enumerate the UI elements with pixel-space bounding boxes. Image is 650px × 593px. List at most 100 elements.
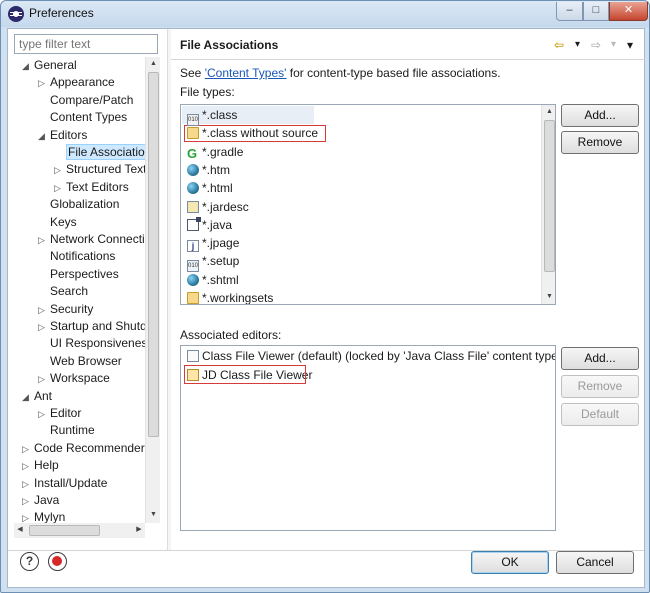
file-types-scroll-thumb[interactable] [544,120,555,272]
expand-arrow-icon[interactable]: ▷ [38,371,50,388]
list-item-label: *.java [202,217,233,232]
default-editor-button[interactable]: Default [561,403,639,426]
close-button[interactable]: ✕ [609,2,648,21]
expand-arrow-icon[interactable]: ▷ [54,180,66,197]
expand-arrow-icon[interactable]: ▷ [38,302,50,319]
list-item[interactable]: *.htm [187,161,230,179]
sidebar-item[interactable]: ▷ Code Recommenders [22,440,151,457]
expand-arrow-icon[interactable]: ▷ [22,476,34,493]
list-item[interactable]: *.workingsets [187,289,274,305]
associated-editors-list[interactable]: Class File Viewer (default) (locked by '… [180,345,556,531]
sidebar-item-label: Content Types [50,110,128,125]
scroll-down-arrow-icon[interactable]: ▼ [146,508,161,522]
sidebar-item[interactable]: ▷ Security [38,301,93,318]
sidebar-item[interactable]: ◢ Editors [38,127,87,144]
sidebar-item[interactable]: File Associatio [54,144,147,161]
sidebar-item[interactable]: ▷ Startup and Shutd [38,318,147,335]
expand-arrow-icon[interactable]: ▷ [22,458,34,475]
sidebar-item-label: Workspace [50,371,110,386]
expand-arrow-icon[interactable]: ▷ [22,493,34,510]
list-item[interactable]: Class File Viewer (default) (locked by '… [187,347,555,365]
preferences-window: Preferences – □ ✕ ◢General▷AppearanceCom… [0,0,650,593]
list-item[interactable]: *.jardesc [187,198,249,216]
tree-horizontal-scrollbar[interactable]: ◀ ▶ [14,523,145,538]
add-file-type-button[interactable]: Add... [561,104,639,127]
minimize-button[interactable]: – [556,2,583,21]
list-item[interactable]: *.class without source [187,124,318,142]
tree-scroll-thumb[interactable] [148,72,159,437]
remove-file-type-button[interactable]: Remove [561,131,639,154]
sidebar-item[interactable]: Perspectives [38,266,119,283]
sidebar-item-label: Ant [34,388,53,403]
sidebar-item-label: Runtime [50,423,95,438]
expand-arrow-icon[interactable]: ▷ [38,75,50,92]
expand-arrow-icon[interactable]: ▷ [38,406,50,423]
sidebar-item[interactable]: Web Browser [38,353,122,370]
back-arrow-icon[interactable]: ⇦ [554,37,564,53]
add-editor-button[interactable]: Add... [561,347,639,370]
list-item[interactable]: G *.gradle [187,143,243,161]
preference-tree: ◢ General ▷ Appearance Compare/Patch Content … [14,57,160,537]
file-types-scrollbar[interactable]: ▲ ▼ [541,105,555,304]
list-item[interactable]: j *.jpage [187,234,239,253]
sidebar-item-label: Compare/Patch [50,92,134,107]
scroll-left-arrow-icon[interactable]: ◀ [14,523,26,537]
pane-divider[interactable] [167,29,171,551]
sidebar-item-label: Security [50,301,94,316]
sidebar-item[interactable]: ▷ Text Editors [54,179,129,196]
title-bar[interactable]: Preferences – □ ✕ [1,1,649,27]
expand-arrow-icon[interactable]: ◢ [22,389,34,406]
sidebar-item[interactable]: ▷ Appearance [38,74,115,91]
back-menu-icon[interactable]: ▾ [575,37,580,53]
sidebar-item[interactable]: Keys [38,214,77,231]
tree-vertical-scrollbar[interactable]: ▲ ▼ [145,57,160,523]
list-item-label: *.workingsets [202,291,274,305]
sidebar-item[interactable]: Runtime [38,422,95,439]
scroll-right-arrow-icon[interactable]: ▶ [133,523,145,537]
scroll-down-arrow-icon[interactable]: ▼ [542,290,555,304]
expand-arrow-icon[interactable]: ◢ [22,58,34,75]
view-menu-icon[interactable]: ▾ [627,37,633,53]
sidebar-item[interactable]: Globalization [38,196,119,213]
cancel-button[interactable]: Cancel [556,551,634,574]
tree-hscroll-thumb[interactable] [29,525,100,536]
sidebar-item[interactable]: Content Types [38,109,127,126]
sidebar-item[interactable]: ▷ Workspace [38,370,110,387]
sidebar-item[interactable]: Search [38,283,88,300]
expand-arrow-icon[interactable]: ▷ [38,232,50,249]
scroll-up-arrow-icon[interactable]: ▲ [542,105,555,119]
record-icon[interactable] [48,552,67,571]
sidebar-item[interactable]: Compare/Patch [38,92,133,109]
scroll-up-arrow-icon[interactable]: ▲ [146,57,161,71]
sidebar-item[interactable]: Notifications [38,248,115,265]
expand-arrow-icon[interactable]: ▷ [22,441,34,458]
sidebar-item[interactable]: ◢ General [22,57,77,74]
expand-arrow-icon[interactable]: ◢ [38,128,50,145]
list-item[interactable]: 010 *.setup [187,252,240,273]
maximize-button[interactable]: □ [583,2,609,21]
file-types-list[interactable]: 010 *.class *.class without source G *.gradl… [180,104,556,305]
content-types-link[interactable]: 'Content Types' [205,66,287,80]
sidebar-item[interactable]: UI Responsiveness [38,335,153,352]
expand-arrow-icon[interactable]: ▷ [54,162,66,179]
list-item[interactable]: *.html [187,179,233,197]
sidebar-item[interactable]: ▷ Structured Text [54,161,146,178]
sidebar-item[interactable]: ▷ Java [22,492,59,509]
sidebar-item[interactable]: ▷ Editor [38,405,81,422]
forward-menu-icon[interactable]: ▾ [611,37,616,53]
expand-arrow-icon[interactable]: ▷ [38,319,50,336]
list-item-label: *.setup [202,254,240,269]
filter-input[interactable] [14,34,158,54]
help-icon[interactable]: ? [20,552,39,571]
info-suffix: for content-type based file associations… [286,66,501,80]
sidebar-item[interactable]: ▷ Network Connectio [38,231,151,248]
list-item[interactable]: 010 *.class [187,106,237,126]
list-item[interactable]: *.java [187,216,232,234]
list-item[interactable]: *.shtml [187,271,239,289]
remove-editor-button[interactable]: Remove [561,375,639,398]
ok-button[interactable]: OK [471,551,549,574]
sidebar-item[interactable]: ◢ Ant [22,388,52,405]
sidebar-item[interactable]: ▷ Install/Update [22,475,107,492]
forward-arrow-icon[interactable]: ⇨ [591,37,601,53]
sidebar-item[interactable]: ▷ Help [22,457,59,474]
